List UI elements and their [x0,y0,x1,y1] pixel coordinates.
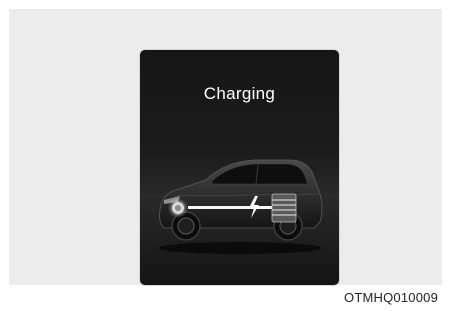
cluster-display: Charging [139,49,340,286]
image-code: OTMHQ010009 [344,290,438,305]
battery-pack-icon [271,193,297,223]
car-illustration-icon [158,159,323,254]
illustration-frame: Charging [9,9,442,286]
charging-title: Charging [203,84,276,103]
motor-icon [168,198,188,218]
